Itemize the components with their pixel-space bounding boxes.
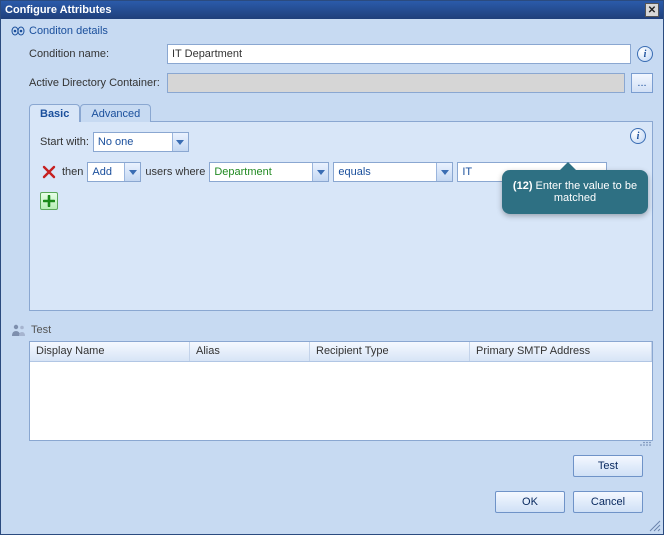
test-header: Test — [11, 323, 653, 337]
test-section: Test Display Name Alias Recipient Type P… — [11, 323, 653, 477]
dialog-button-row: OK Cancel — [11, 491, 653, 513]
tab-advanced-label: Advanced — [91, 108, 140, 120]
info-icon: i — [637, 131, 640, 142]
col-recipient-type[interactable]: Recipient Type — [310, 342, 470, 361]
col-alias[interactable]: Alias — [190, 342, 310, 361]
info-icon: i — [644, 49, 647, 60]
ellipsis-icon: ... — [637, 77, 646, 89]
tab-advanced[interactable]: Advanced — [80, 104, 151, 122]
col-display-name[interactable]: Display Name — [30, 342, 190, 361]
test-label: Test — [31, 324, 51, 336]
test-button-row: Test — [11, 455, 653, 477]
users-where-label: users where — [145, 166, 205, 178]
ok-button[interactable]: OK — [495, 491, 565, 513]
ad-container-label: Active Directory Container: — [29, 77, 161, 89]
people-icon — [11, 323, 27, 337]
tooltip-callout: (12) Enter the value to be matched — [502, 170, 648, 214]
condition-name-label: Condition name: — [29, 48, 161, 60]
action-value: Add — [88, 166, 116, 178]
ad-container-input — [167, 73, 625, 93]
callout-number: (12) — [513, 180, 533, 192]
plus-icon — [43, 195, 55, 207]
start-with-dropdown[interactable]: No one — [93, 132, 189, 152]
grid-resize-grip[interactable] — [29, 441, 653, 447]
tab-strip: Basic Advanced — [29, 103, 653, 121]
action-dropdown[interactable]: Add — [87, 162, 141, 182]
tab-basic-label: Basic — [40, 108, 69, 120]
then-label: then — [62, 166, 83, 178]
chevron-down-icon — [312, 163, 328, 181]
col-primary-smtp[interactable]: Primary SMTP Address — [470, 342, 652, 361]
chevron-down-icon — [172, 133, 188, 151]
grid-header-row: Display Name Alias Recipient Type Primar… — [30, 342, 652, 362]
chevron-down-icon — [436, 163, 452, 181]
start-with-row: Start with: No one — [40, 132, 642, 152]
x-delete-icon — [42, 165, 56, 179]
condition-details-label: Conditon details — [29, 25, 108, 37]
condition-name-row: Condition name: i — [29, 44, 653, 64]
test-results-grid[interactable]: Display Name Alias Recipient Type Primar… — [29, 341, 653, 441]
tab-basic[interactable]: Basic — [29, 104, 80, 122]
ad-container-browse-button[interactable]: ... — [631, 73, 653, 93]
attribute-dropdown[interactable]: Department — [209, 162, 329, 182]
dialog-resize-handle[interactable] — [647, 518, 661, 532]
start-with-value: No one — [94, 136, 137, 148]
tab-basic-panel: i Start with: No one — [29, 121, 653, 311]
condition-name-input[interactable] — [167, 44, 631, 64]
operator-value: equals — [334, 166, 374, 178]
titlebar: Configure Attributes ✕ — [1, 1, 663, 19]
condition-details-header: Conditon details — [11, 25, 653, 37]
add-rule-button[interactable] — [40, 192, 58, 210]
ad-container-row: Active Directory Container: ... — [29, 73, 653, 93]
attribute-value: Department — [210, 166, 275, 178]
operator-dropdown[interactable]: equals — [333, 162, 453, 182]
cancel-button[interactable]: Cancel — [573, 491, 643, 513]
test-button[interactable]: Test — [573, 455, 643, 477]
close-button[interactable]: ✕ — [645, 3, 659, 17]
configure-attributes-dialog: Configure Attributes ✕ Conditon details … — [0, 0, 664, 535]
condition-name-info-button[interactable]: i — [637, 46, 653, 62]
close-icon: ✕ — [648, 5, 656, 16]
start-with-label: Start with: — [40, 136, 89, 148]
tab-area: Basic Advanced i Start with: No one — [29, 103, 653, 311]
dialog-content: Conditon details Condition name: i Activ… — [1, 19, 663, 534]
dialog-title: Configure Attributes — [5, 4, 112, 16]
tab-info-button[interactable]: i — [630, 128, 646, 144]
eyes-icon — [11, 25, 25, 37]
callout-text: Enter the value to be matched — [536, 180, 638, 204]
chevron-down-icon — [124, 163, 140, 181]
remove-rule-button[interactable] — [40, 163, 58, 181]
